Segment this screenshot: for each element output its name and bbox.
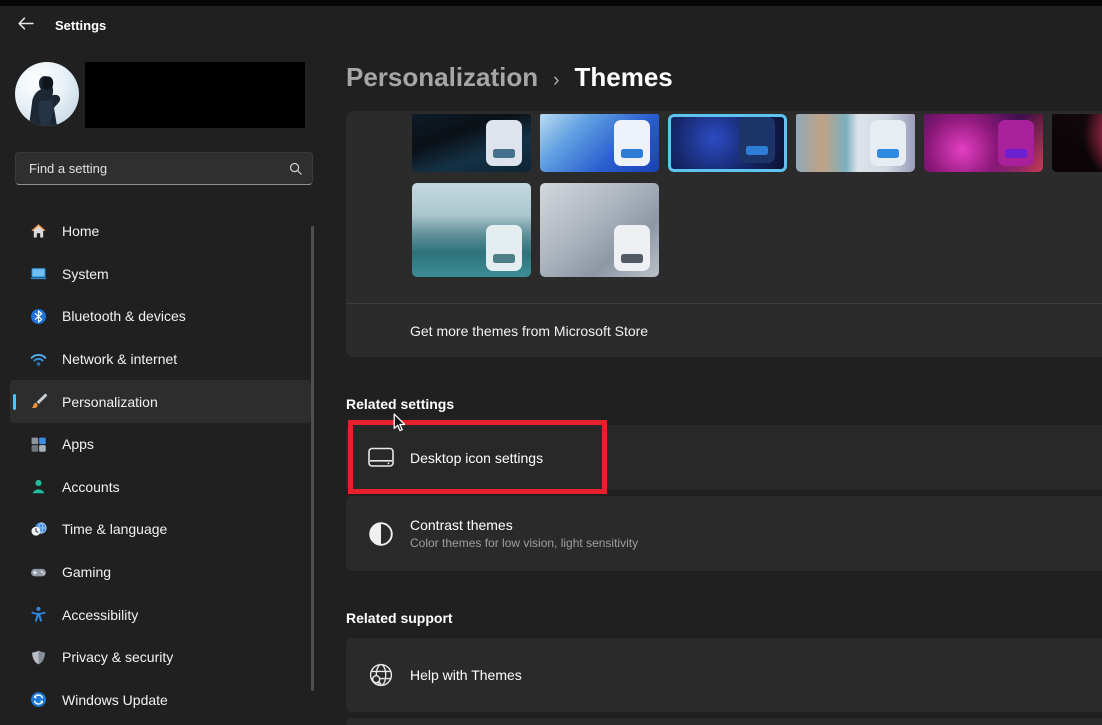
selected-indicator xyxy=(13,394,16,410)
sidebar-nav: Home System Bluetooth & devices Network … xyxy=(10,210,311,721)
search-icon xyxy=(284,161,312,176)
theme-preview-taskbar xyxy=(493,254,515,263)
sidebar-item-system[interactable]: System xyxy=(10,253,311,296)
redacted-username-block xyxy=(85,62,305,128)
page-title: Themes xyxy=(574,62,672,93)
sidebar-item-label: Accounts xyxy=(62,479,120,495)
sidebar-item-label: Accessibility xyxy=(62,607,138,623)
sidebar-item-home[interactable]: Home xyxy=(10,210,311,253)
contrast-icon xyxy=(368,521,394,547)
theme-preview-window xyxy=(998,120,1034,166)
theme-preview-taskbar xyxy=(621,254,643,263)
next-row-partially-visible[interactable] xyxy=(346,718,1102,725)
sidebar-item-apps[interactable]: Apps xyxy=(10,423,311,466)
sidebar-item-privacy-security[interactable]: Privacy & security xyxy=(10,636,311,679)
related-settings-heading: Related settings xyxy=(346,396,454,412)
sidebar-item-label: Bluetooth & devices xyxy=(62,308,186,324)
gaming-icon xyxy=(30,564,47,581)
theme-grid-row-2 xyxy=(412,183,659,277)
sidebar-scrollbar[interactable] xyxy=(311,226,314,691)
sidebar-item-network-internet[interactable]: Network & internet xyxy=(10,338,311,381)
sidebar-item-bluetooth-devices[interactable]: Bluetooth & devices xyxy=(10,295,311,338)
related-support-heading: Related support xyxy=(346,610,453,626)
theme-preview-taskbar xyxy=(746,146,768,155)
theme-preview-taskbar xyxy=(493,149,515,158)
theme-thumbnail-night-landscape[interactable] xyxy=(412,114,531,172)
breadcrumb: Personalization › Themes xyxy=(346,62,673,93)
red-annotation-box xyxy=(348,420,607,494)
time-language-icon xyxy=(30,521,47,538)
breadcrumb-separator-icon: › xyxy=(553,70,559,92)
mouse-cursor xyxy=(393,413,407,438)
breadcrumb-parent[interactable]: Personalization xyxy=(346,62,538,93)
theme-preview-taskbar xyxy=(621,149,643,158)
theme-preview-window xyxy=(486,225,522,271)
sidebar-item-label: Network & internet xyxy=(62,351,177,367)
theme-thumbnail-silver-bloom[interactable] xyxy=(540,183,659,277)
theme-preview-taskbar xyxy=(877,149,899,158)
search-box[interactable] xyxy=(15,152,313,185)
bluetooth-icon xyxy=(30,308,47,325)
get-more-themes-link[interactable]: Get more themes from Microsoft Store xyxy=(346,304,1102,357)
sidebar-item-label: Personalization xyxy=(62,394,158,410)
privacy-icon xyxy=(30,649,47,666)
accessibility-icon xyxy=(30,606,47,623)
theme-preview-window xyxy=(614,120,650,166)
sidebar-item-label: Gaming xyxy=(62,564,111,580)
theme-thumbnail-mountain-lake[interactable] xyxy=(412,183,531,277)
globe-help-icon xyxy=(368,662,394,688)
apps-icon xyxy=(30,436,47,453)
search-input[interactable] xyxy=(16,161,284,176)
theme-thumbnail-light-blue-bloom[interactable] xyxy=(540,114,659,172)
back-arrow-icon xyxy=(17,16,34,36)
sidebar-item-gaming[interactable]: Gaming xyxy=(10,551,311,594)
app-title: Settings xyxy=(55,18,106,33)
theme-thumbnail-dark-pink-flower[interactable] xyxy=(1052,114,1102,172)
sidebar-item-label: Time & language xyxy=(62,521,167,537)
theme-preview-window xyxy=(870,120,906,166)
sidebar-item-label: Privacy & security xyxy=(62,649,173,665)
theme-preview-window xyxy=(486,120,522,166)
help-with-themes-row[interactable]: Help with Themes xyxy=(346,638,1102,712)
theme-grid-row-1 xyxy=(412,114,1102,172)
contrast-themes-row[interactable]: Contrast themes Color themes for low vis… xyxy=(346,496,1102,571)
sidebar-item-label: Windows Update xyxy=(62,692,168,708)
contrast-themes-description: Color themes for low vision, light sensi… xyxy=(410,536,638,550)
system-icon xyxy=(30,265,47,282)
theme-thumbnail-dark-blue-bloom-selected[interactable] xyxy=(668,114,787,172)
sidebar-item-accessibility[interactable]: Accessibility xyxy=(10,593,311,636)
user-avatar[interactable] xyxy=(15,62,79,126)
sidebar-item-label: System xyxy=(62,266,109,282)
back-button[interactable] xyxy=(12,14,38,38)
settings-window: Settings Home System xyxy=(0,0,1102,725)
sidebar-item-label: Home xyxy=(62,223,99,239)
sidebar-item-label: Apps xyxy=(62,436,94,452)
get-more-themes-label: Get more themes from Microsoft Store xyxy=(410,323,648,339)
sidebar-item-time-language[interactable]: Time & language xyxy=(10,508,311,551)
theme-preview-window xyxy=(739,117,775,163)
personalization-icon xyxy=(30,393,47,410)
windows-update-icon xyxy=(30,691,47,708)
home-icon xyxy=(30,223,47,240)
theme-preview-window xyxy=(614,225,650,271)
theme-preview-taskbar xyxy=(1005,149,1027,158)
theme-thumbnail-beach-blossom[interactable] xyxy=(796,114,915,172)
sidebar-item-personalization[interactable]: Personalization xyxy=(10,380,311,423)
accounts-icon xyxy=(30,478,47,495)
contrast-themes-label: Contrast themes xyxy=(410,517,638,533)
help-with-themes-label: Help with Themes xyxy=(410,667,522,683)
sidebar-item-accounts[interactable]: Accounts xyxy=(10,466,311,509)
network-icon xyxy=(30,351,47,368)
sidebar-item-windows-update[interactable]: Windows Update xyxy=(10,679,311,722)
window-top-edge xyxy=(0,0,1102,6)
theme-thumbnail-purple-glow[interactable] xyxy=(924,114,1043,172)
